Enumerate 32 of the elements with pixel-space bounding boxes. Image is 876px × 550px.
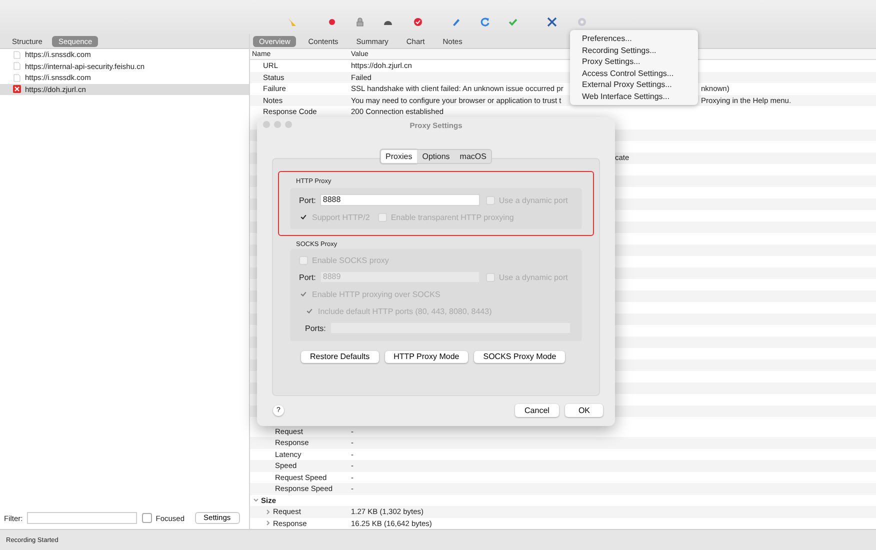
port-label: Port: <box>299 196 316 204</box>
menu-item[interactable]: External Proxy Settings... <box>570 79 698 90</box>
settings-tab[interactable]: Options <box>417 149 455 164</box>
check-icon[interactable] <box>508 17 518 27</box>
mode-button[interactable]: HTTP Proxy Mode <box>384 351 468 363</box>
minimize-icon[interactable] <box>274 121 281 128</box>
focused-checkbox[interactable] <box>142 513 152 523</box>
filter-field[interactable] <box>26 512 137 524</box>
ports-label: Ports: <box>305 324 326 332</box>
chevron-icon[interactable] <box>265 508 271 515</box>
mode-button[interactable]: Restore Defaults <box>301 351 379 363</box>
zoom-icon[interactable] <box>285 121 292 128</box>
ok-button[interactable]: OK <box>565 404 603 417</box>
cancel-button[interactable]: Cancel <box>514 404 560 417</box>
refresh-icon[interactable] <box>480 17 490 27</box>
error-icon <box>13 85 21 94</box>
port-field[interactable]: 8888 <box>320 194 480 206</box>
menu-item[interactable]: Preferences... <box>570 33 698 44</box>
close-icon[interactable] <box>263 121 270 128</box>
chevron-icon[interactable] <box>265 520 271 526</box>
menu-item[interactable]: Proxy Settings... <box>570 56 698 68</box>
lock-icon[interactable] <box>355 17 365 27</box>
mode-button[interactable]: SOCKS Proxy Mode <box>474 351 566 363</box>
record-icon[interactable] <box>327 17 337 27</box>
menu-item[interactable]: Recording Settings... <box>570 44 698 56</box>
settings-tab[interactable]: macOS <box>454 149 492 164</box>
chevron-icon[interactable] <box>253 497 259 504</box>
menu-item[interactable]: Access Control Settings... <box>570 68 698 79</box>
settings-tab[interactable]: Proxies <box>380 149 418 164</box>
port-label: Port: <box>299 272 316 282</box>
menu-item[interactable]: Web Interface Settings... <box>570 90 698 102</box>
pen-icon[interactable] <box>451 17 461 27</box>
